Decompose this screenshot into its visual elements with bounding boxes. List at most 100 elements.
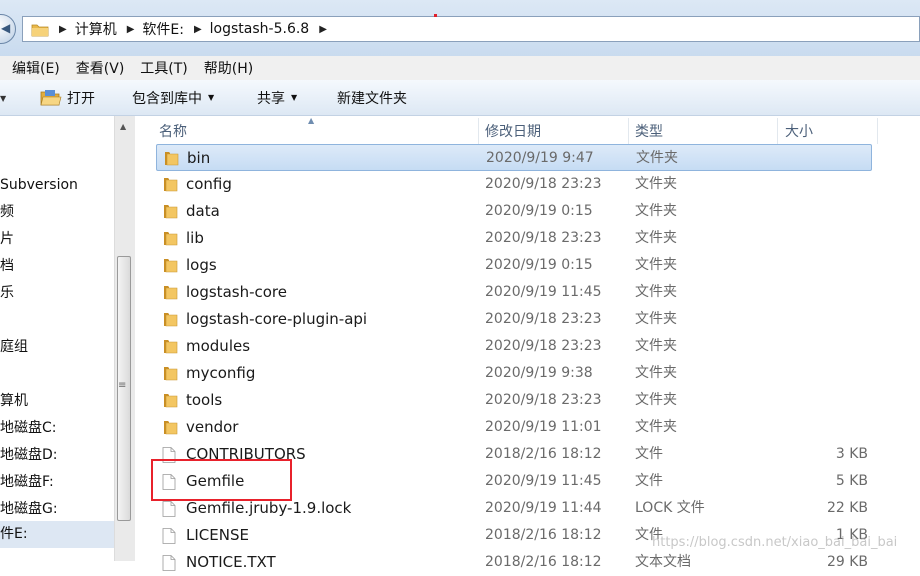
file-type: 文件夹 xyxy=(635,311,677,327)
scrollbar-grip-icon: ≡ xyxy=(118,380,127,391)
nav-item-videos[interactable]: 视频 xyxy=(0,199,14,226)
file-type: LOCK 文件 xyxy=(635,500,705,516)
column-divider[interactable] xyxy=(628,118,629,144)
file-date: 2018/2/16 18:12 xyxy=(485,554,602,570)
file-date: 2020/9/19 11:45 xyxy=(485,284,602,300)
nav-item-homegroup[interactable]: 家庭组 xyxy=(0,334,28,361)
column-header-date[interactable]: 修改日期 xyxy=(485,116,541,146)
file-row[interactable]: tools 2020/9/18 23:23 文件夹 xyxy=(156,387,872,414)
file-size: 22 KB xyxy=(826,500,868,516)
file-row[interactable]: lib 2020/9/18 23:23 文件夹 xyxy=(156,225,872,252)
chevron-down-icon: ▼ xyxy=(291,93,298,102)
nav-item-computer[interactable]: 计算机 xyxy=(0,388,28,415)
file-type: 文件夹 xyxy=(635,419,677,435)
file-size: 5 KB xyxy=(835,473,868,489)
command-toolbar: ▼ 打开 包含到库中 ▼ 共享 ▼ 新建文件夹 xyxy=(0,80,920,116)
nav-item-drive-e-label: 软件E: xyxy=(0,526,28,542)
scroll-up-icon[interactable]: ▲ xyxy=(120,122,126,131)
breadcrumb-item[interactable]: ▶ logstash-5.6.8 xyxy=(184,21,309,37)
file-row[interactable]: logstash-core-plugin-api 2020/9/18 23:23 文… xyxy=(156,306,872,333)
file-date: 2020/9/18 23:23 xyxy=(485,338,602,354)
file-row[interactable]: vendor 2020/9/19 11:01 文件夹 xyxy=(156,414,872,441)
nav-item-subversion[interactable]: Subversion xyxy=(0,172,78,199)
folder-icon xyxy=(162,177,178,196)
nav-scrollbar[interactable]: ▲ ≡ xyxy=(114,116,135,561)
file-type: 文本文档 xyxy=(635,554,691,570)
file-date: 2018/2/16 18:12 xyxy=(485,527,602,543)
nav-item-drive-c[interactable]: 本地磁盘C: xyxy=(0,415,57,442)
breadcrumb-separator-icon[interactable]: ▶ xyxy=(194,24,202,35)
file-row[interactable]: NOTICE.TXT 2018/2/16 18:12 文本文档 29 KB xyxy=(156,549,872,576)
file-row[interactable]: myconfig 2020/9/19 9:38 文件夹 xyxy=(156,360,872,387)
column-divider[interactable] xyxy=(777,118,778,144)
nav-item-pictures[interactable]: 图片 xyxy=(0,226,14,253)
file-name: NOTICE.TXT xyxy=(186,553,276,571)
file-date: 2020/9/19 9:38 xyxy=(485,365,593,381)
breadcrumb-separator-icon[interactable]: ▶ xyxy=(59,24,67,35)
nav-item-documents[interactable]: 文档 xyxy=(0,253,14,280)
breadcrumb-item[interactable]: ▶ 计算机 xyxy=(49,19,117,39)
file-row[interactable]: config 2020/9/18 23:23 文件夹 xyxy=(156,171,872,198)
open-button[interactable]: 打开 xyxy=(40,80,95,115)
nav-item-drive-g[interactable]: 本地磁盘G: xyxy=(0,496,58,523)
open-folder-icon xyxy=(40,89,62,105)
file-type: 文件夹 xyxy=(636,150,678,166)
file-name: LICENSE xyxy=(186,526,249,544)
folder-icon xyxy=(162,204,178,223)
file-size: 29 KB xyxy=(826,554,868,570)
file-type: 文件 xyxy=(635,473,663,489)
file-name: tools xyxy=(186,391,223,409)
file-date: 2020/9/19 9:47 xyxy=(486,150,594,166)
file-date: 2020/9/19 11:45 xyxy=(485,473,602,489)
menu-bar: 编辑(E) 查看(V) 工具(T) 帮助(H) xyxy=(0,56,920,80)
file-icon xyxy=(162,528,176,548)
file-row[interactable]: data 2020/9/19 0:15 文件夹 xyxy=(156,198,872,225)
column-header-name[interactable]: 名称 xyxy=(159,116,187,146)
nav-item-drive-f[interactable]: 本地磁盘F: xyxy=(0,469,54,496)
file-row[interactable]: logstash-core 2020/9/19 11:45 文件夹 xyxy=(156,279,872,306)
folder-icon xyxy=(162,366,178,385)
new-folder-button[interactable]: 新建文件夹 xyxy=(337,80,407,115)
column-divider[interactable] xyxy=(478,118,479,144)
folder-icon xyxy=(162,420,178,439)
file-type: 文件 xyxy=(635,446,663,462)
file-type: 文件夹 xyxy=(635,230,677,246)
share-button[interactable]: 共享 ▼ xyxy=(257,80,297,115)
breadcrumb-separator-icon[interactable]: ▶ xyxy=(127,24,135,35)
column-divider[interactable] xyxy=(877,118,878,144)
file-row[interactable]: logs 2020/9/19 0:15 文件夹 xyxy=(156,252,872,279)
toolbar-caret-icon[interactable]: ▼ xyxy=(0,94,6,103)
chevron-down-icon: ▼ xyxy=(208,93,215,102)
back-arrow-icon: ◀ xyxy=(1,21,11,35)
file-row[interactable]: bin 2020/9/19 9:47 文件夹 xyxy=(156,144,872,171)
nav-item-drive-d[interactable]: 本地磁盘D: xyxy=(0,442,58,469)
file-name: bin xyxy=(187,149,211,167)
column-header-type[interactable]: 类型 xyxy=(635,116,663,146)
folder-icon xyxy=(162,393,178,412)
breadcrumb-item[interactable]: ▶ 软件E: xyxy=(117,19,184,39)
file-icon xyxy=(162,501,176,521)
file-name: config xyxy=(186,175,232,193)
file-date: 2020/9/18 23:23 xyxy=(485,392,602,408)
menu-help[interactable]: 帮助(H) xyxy=(204,58,253,78)
file-name: myconfig xyxy=(186,364,256,382)
nav-item-drive-e[interactable]: 软件E: xyxy=(0,521,114,548)
nav-item-music[interactable]: 音乐 xyxy=(0,280,14,307)
address-bar[interactable]: ▶ 计算机 ▶ 软件E: ▶ logstash-5.6.8 ▶ xyxy=(22,16,920,42)
file-type: 文件夹 xyxy=(635,338,677,354)
menu-tools[interactable]: 工具(T) xyxy=(140,58,187,78)
column-header-size[interactable]: 大小 xyxy=(785,116,813,146)
file-name: vendor xyxy=(186,418,239,436)
include-in-library-button[interactable]: 包含到库中 ▼ xyxy=(132,80,214,115)
menu-view[interactable]: 查看(V) xyxy=(76,58,125,78)
folder-icon xyxy=(162,231,178,250)
file-date: 2020/9/19 0:15 xyxy=(485,203,593,219)
sort-ascending-icon: ▲ xyxy=(308,116,315,125)
menu-edit[interactable]: 编辑(E) xyxy=(12,58,60,78)
folder-icon xyxy=(162,258,178,277)
breadcrumb-end-arrow-icon[interactable]: ▶ xyxy=(309,24,335,35)
back-button[interactable]: ◀ xyxy=(0,14,16,44)
file-name: logstash-core xyxy=(186,283,287,301)
file-row[interactable]: modules 2020/9/18 23:23 文件夹 xyxy=(156,333,872,360)
gemfile-highlight-box xyxy=(151,459,292,501)
